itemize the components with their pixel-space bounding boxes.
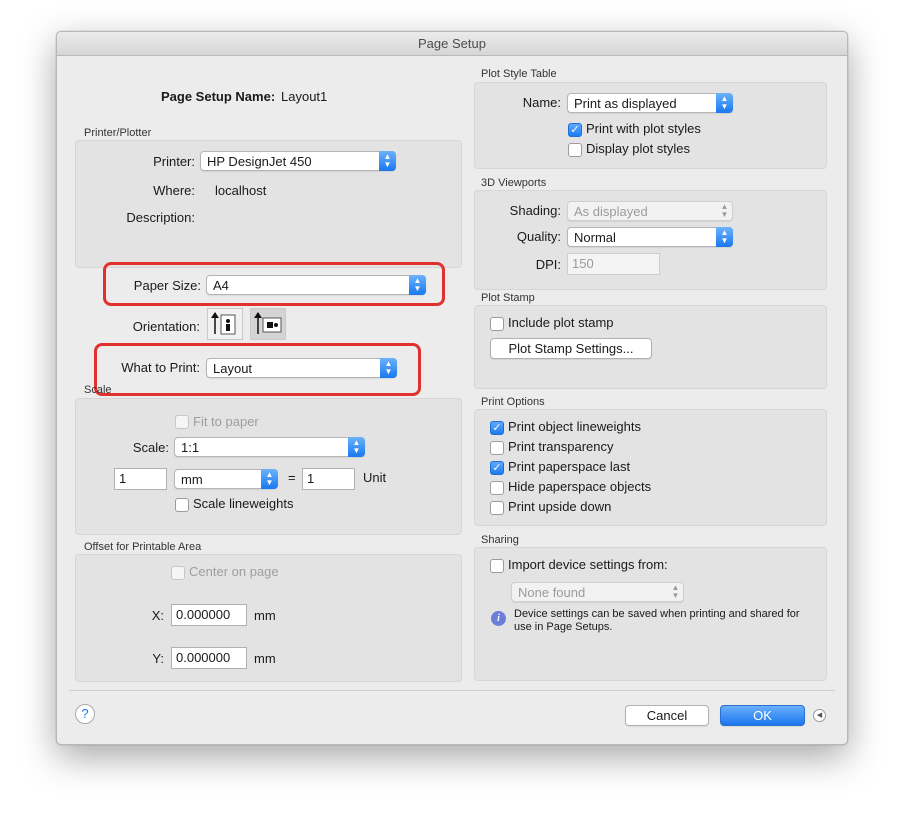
printer-select-value: HP DesignJet 450	[207, 154, 312, 169]
what-to-print-value: Layout	[213, 361, 253, 376]
landscape-orientation-button[interactable]	[250, 308, 286, 340]
landscape-icon	[254, 312, 282, 334]
print-upside-down-checkbox[interactable]	[490, 501, 504, 515]
scale-select-value: 1:1	[181, 440, 200, 455]
equals-sign: =	[288, 470, 296, 485]
window-title: Page Setup	[57, 32, 847, 56]
ok-button[interactable]: OK	[720, 705, 805, 726]
center-on-page-checkbox[interactable]	[171, 566, 185, 580]
info-icon: i	[491, 611, 506, 626]
3d-viewports-section-title: 3D Viewports	[481, 177, 547, 189]
page-setup-dialog: Page Setup Page Setup Name: Layout1 Prin…	[56, 31, 848, 745]
x-offset-label: X:	[151, 608, 164, 623]
include-plot-stamp-checkbox[interactable]	[490, 317, 504, 331]
print-with-plot-styles-label: Print with plot styles	[586, 121, 701, 136]
where-value: localhost	[215, 183, 267, 198]
print-with-plot-styles-checkbox[interactable]: ✓	[568, 123, 582, 137]
center-on-page-label: Center on page	[189, 564, 279, 579]
plot-stamp-section-title: Plot Stamp	[481, 292, 535, 304]
sharing-section-title: Sharing	[481, 534, 519, 546]
x-offset-field[interactable]: 0.000000	[171, 604, 247, 626]
orientation-label: Orientation:	[132, 319, 200, 334]
footer-divider	[69, 690, 835, 691]
quality-value: Normal	[574, 230, 616, 245]
print-object-lineweights-checkbox[interactable]: ✓	[490, 421, 504, 435]
fit-to-paper-checkbox[interactable]	[175, 415, 189, 429]
printer-plotter-section-title: Printer/Plotter	[84, 127, 152, 139]
fit-to-paper-label: Fit to paper	[193, 414, 259, 429]
y-offset-unit: mm	[254, 651, 276, 666]
popup-arrows-icon: ▲ ▼	[409, 275, 426, 295]
what-to-print-label: What to Print:	[121, 360, 200, 375]
scale-section-title: Scale	[84, 384, 112, 396]
offset-section-title: Offset for Printable Area	[84, 541, 202, 553]
paper-size-value: A4	[213, 278, 229, 293]
plot-style-name-value: Print as displayed	[574, 96, 677, 111]
device-settings-select[interactable]: None found ▲ ▼	[511, 582, 684, 602]
hide-paperspace-objects-label: Hide paperspace objects	[508, 479, 652, 494]
display-plot-styles-label: Display plot styles	[586, 141, 691, 156]
portrait-orientation-button[interactable]	[207, 308, 243, 340]
portrait-icon	[211, 312, 236, 335]
cancel-button[interactable]: Cancel	[625, 705, 709, 726]
plot-stamp-settings-button[interactable]: Plot Stamp Settings...	[490, 338, 652, 359]
scale-units-select[interactable]: mm ▲ ▼	[174, 469, 278, 489]
quality-label: Quality:	[516, 229, 561, 244]
scale-lineweights-checkbox[interactable]	[175, 498, 189, 512]
where-label: Where:	[153, 183, 195, 198]
print-transparency-label: Print transparency	[508, 439, 614, 454]
display-plot-styles-checkbox[interactable]	[568, 143, 582, 157]
popup-arrows-icon: ▲ ▼	[716, 227, 733, 247]
popup-arrows-icon: ▲ ▼	[379, 151, 396, 171]
scale-group	[75, 398, 462, 535]
unit-amount-field[interactable]: 1	[302, 468, 355, 490]
print-paperspace-last-checkbox[interactable]: ✓	[490, 461, 504, 475]
scale-label: Scale:	[132, 440, 169, 455]
shading-select[interactable]: As displayed ▲ ▼	[567, 201, 733, 221]
sharing-info-text: Device settings can be saved when printi…	[514, 608, 800, 633]
device-settings-value: None found	[518, 585, 586, 600]
dpi-label: DPI:	[535, 257, 561, 272]
y-offset-field[interactable]: 0.000000	[171, 647, 247, 669]
import-device-settings-checkbox[interactable]	[490, 559, 504, 573]
shading-value: As displayed	[574, 204, 648, 219]
popup-arrows-icon: ▲ ▼	[348, 437, 365, 457]
plot-style-name-label: Name:	[522, 95, 561, 110]
popup-arrows-icon: ▲ ▼	[261, 469, 278, 489]
plot-style-name-select[interactable]: Print as displayed ▲ ▼	[567, 93, 733, 113]
disclosure-icon[interactable]: ◀	[813, 709, 826, 722]
page-setup-name-value: Layout1	[281, 89, 328, 104]
popup-arrows-icon: ▲ ▼	[716, 93, 733, 113]
print-upside-down-label: Print upside down	[508, 499, 612, 514]
printer-select[interactable]: HP DesignJet 450 ▲ ▼	[200, 151, 396, 171]
scale-amount-field[interactable]: 1	[114, 468, 167, 490]
help-button[interactable]: ?	[75, 704, 95, 724]
print-transparency-checkbox[interactable]	[490, 441, 504, 455]
printer-label: Printer:	[153, 154, 195, 169]
import-device-settings-label: Import device settings from:	[508, 557, 668, 572]
popup-arrows-icon: ▲ ▼	[380, 358, 397, 378]
print-paperspace-last-label: Print paperspace last	[508, 459, 631, 474]
popup-arrows-icon: ▲ ▼	[671, 583, 680, 600]
plot-style-table-section-title: Plot Style Table	[481, 68, 557, 80]
paper-size-label: Paper Size:	[133, 278, 201, 293]
print-object-lineweights-label: Print object lineweights	[508, 419, 641, 434]
scale-lineweights-label: Scale lineweights	[193, 496, 294, 511]
dpi-field[interactable]: 150	[567, 253, 660, 275]
unit-label: Unit	[363, 470, 387, 485]
description-label: Description:	[126, 210, 195, 225]
paper-size-select[interactable]: A4 ▲ ▼	[206, 275, 426, 295]
print-options-section-title: Print Options	[481, 396, 545, 408]
hide-paperspace-objects-checkbox[interactable]	[490, 481, 504, 495]
scale-units-value: mm	[181, 472, 203, 487]
quality-select[interactable]: Normal ▲ ▼	[567, 227, 733, 247]
y-offset-label: Y:	[152, 651, 164, 666]
page-setup-name-label: Page Setup Name:	[161, 89, 276, 104]
shading-label: Shading:	[509, 203, 561, 218]
include-plot-stamp-label: Include plot stamp	[508, 315, 614, 330]
popup-arrows-icon: ▲ ▼	[720, 202, 729, 219]
what-to-print-select[interactable]: Layout ▲ ▼	[206, 358, 397, 378]
x-offset-unit: mm	[254, 608, 276, 623]
scale-select[interactable]: 1:1 ▲ ▼	[174, 437, 365, 457]
